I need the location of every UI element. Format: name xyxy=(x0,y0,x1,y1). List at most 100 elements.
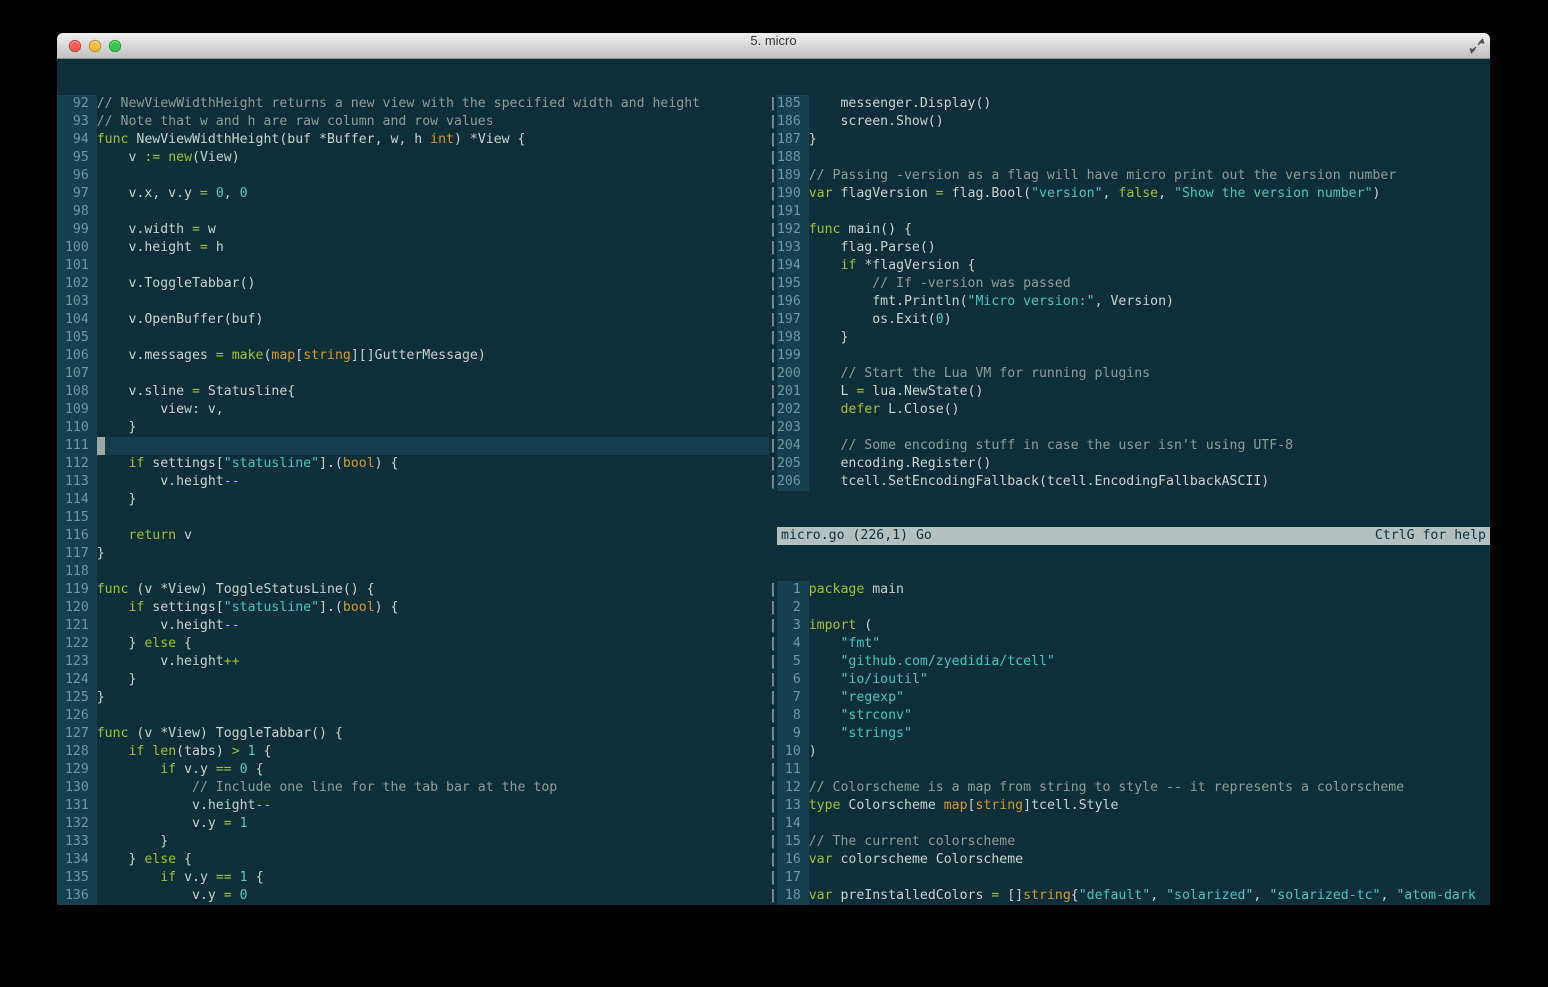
code-line[interactable]: 112 if settings["statusline"].(bool) { xyxy=(57,455,769,473)
code-line[interactable]: | 195 // If -version was passed xyxy=(769,275,1490,293)
code-line[interactable]: 94 func NewViewWidthHeight(buf *Buffer, … xyxy=(57,131,769,149)
code-line[interactable]: | 198 } xyxy=(769,329,1490,347)
code-line[interactable]: | 6 "io/ioutil" xyxy=(769,671,1490,689)
code-line[interactable]: 127 func (v *View) ToggleTabbar() { xyxy=(57,725,769,743)
code-line[interactable]: 95 v := new(View) xyxy=(57,149,769,167)
code-line[interactable]: 102 v.ToggleTabbar() xyxy=(57,275,769,293)
code-line[interactable]: | 192 func main() { xyxy=(769,221,1490,239)
titlebar[interactable]: 5. micro xyxy=(57,33,1490,59)
code-line[interactable]: 119 func (v *View) ToggleStatusLine() { xyxy=(57,581,769,599)
code-line[interactable]: | 15 // The current colorscheme xyxy=(769,833,1490,851)
code-line[interactable]: | 7 "regexp" xyxy=(769,689,1490,707)
code-line[interactable]: 135 if v.y == 1 { xyxy=(57,869,769,887)
code-line[interactable]: 134 } else { xyxy=(57,851,769,869)
code-line[interactable]: | 13 type Colorscheme map[string]tcell.S… xyxy=(769,797,1490,815)
code-line[interactable]: 113 v.height-- xyxy=(57,473,769,491)
code-line[interactable]: 120 if settings["statusline"].(bool) { xyxy=(57,599,769,617)
code-line[interactable]: 108 v.sline = Statusline{ xyxy=(57,383,769,401)
code-line[interactable]: | 14 xyxy=(769,815,1490,833)
code-line[interactable]: | 10 ) xyxy=(769,743,1490,761)
code-line[interactable]: | 17 xyxy=(769,869,1490,887)
code-line[interactable]: | 4 "fmt" xyxy=(769,635,1490,653)
code-line[interactable]: 97 v.x, v.y = 0, 0 xyxy=(57,185,769,203)
code-line[interactable]: | 199 xyxy=(769,347,1490,365)
code-line[interactable]: 133 } xyxy=(57,833,769,851)
code-line[interactable]: 117 } xyxy=(57,545,769,563)
pane-micro-go[interactable]: | 185 messenger.Display() | 186 screen.Show… xyxy=(769,95,1490,491)
code-line[interactable]: | 190 var flagVersion = flag.Bool("versio… xyxy=(769,185,1490,203)
code-text: if v.y == 0 { xyxy=(160,762,264,777)
code-line[interactable]: 121 v.height-- xyxy=(57,617,769,635)
code-line[interactable]: 126 xyxy=(57,707,769,725)
zoom-button[interactable] xyxy=(109,40,121,52)
code-line[interactable]: | 186 screen.Show() xyxy=(769,113,1490,131)
pane-colorscheme-go[interactable]: | 1 package main | 2 | 3 import (| 4 "fmt… xyxy=(769,581,1490,905)
code-line[interactable]: | 201 L = lua.NewState() xyxy=(769,383,1490,401)
code-line[interactable]: 124 } xyxy=(57,671,769,689)
code-line[interactable]: | 196 fmt.Println("Micro version:", Versi… xyxy=(769,293,1490,311)
code-line[interactable]: | 202 defer L.Close() xyxy=(769,401,1490,419)
code-line[interactable]: 103 xyxy=(57,293,769,311)
code-line[interactable]: | 203 xyxy=(769,419,1490,437)
code-line[interactable]: | 185 messenger.Display() xyxy=(769,95,1490,113)
code-text: "fmt" xyxy=(840,636,881,651)
code-line[interactable]: 114 } xyxy=(57,491,769,509)
code-line[interactable]: 109 view: v, xyxy=(57,401,769,419)
resize-icon[interactable] xyxy=(1469,38,1485,54)
code-line[interactable]: | 5 "github.com/zyedidia/tcell" xyxy=(769,653,1490,671)
code-line[interactable]: 92 // NewViewWidthHeight returns a new v… xyxy=(57,95,769,113)
code-line[interactable]: 132 v.y = 1 xyxy=(57,815,769,833)
code-line[interactable]: 99 v.width = w xyxy=(57,221,769,239)
code-line[interactable]: 111 xyxy=(57,437,769,455)
code-line[interactable]: | 18 var preInstalledColors = []string{"… xyxy=(769,887,1490,905)
code-line[interactable]: | 3 import ( xyxy=(769,617,1490,635)
code-line[interactable]: 104 v.OpenBuffer(buf) xyxy=(57,311,769,329)
code-line[interactable]: | 193 flag.Parse() xyxy=(769,239,1490,257)
line-number: 14 xyxy=(776,815,809,833)
pane-view-go[interactable]: 92 // NewViewWidthHeight returns a new v… xyxy=(57,95,769,905)
code-line[interactable]: | 12 // Colorscheme is a map from string… xyxy=(769,779,1490,797)
code-line[interactable]: | 188 xyxy=(769,149,1490,167)
code-line[interactable]: 118 xyxy=(57,563,769,581)
code-line[interactable]: 115 xyxy=(57,509,769,527)
code-line[interactable]: | 11 xyxy=(769,761,1490,779)
close-button[interactable] xyxy=(69,40,81,52)
pane-divider: | xyxy=(769,275,777,293)
code-line[interactable]: 100 v.height = h xyxy=(57,239,769,257)
code-line[interactable]: 136 v.y = 0 xyxy=(57,887,769,905)
code-line[interactable]: 96 xyxy=(57,167,769,185)
code-line[interactable]: 98 xyxy=(57,203,769,221)
code-line[interactable]: 116 return v xyxy=(57,527,769,545)
code-line[interactable]: 106 v.messages = make(map[string][]Gutte… xyxy=(57,347,769,365)
code-line[interactable]: | 2 xyxy=(769,599,1490,617)
code-line[interactable]: 93 // Note that w and h are raw column a… xyxy=(57,113,769,131)
code-line[interactable]: | 205 encoding.Register() xyxy=(769,455,1490,473)
code-line[interactable]: 110 } xyxy=(57,419,769,437)
code-line[interactable]: 131 v.height-- xyxy=(57,797,769,815)
code-line[interactable]: 107 xyxy=(57,365,769,383)
code-line[interactable]: | 200 // Start the Lua VM for running plu… xyxy=(769,365,1490,383)
code-line[interactable]: 129 if v.y == 0 { xyxy=(57,761,769,779)
code-line[interactable]: | 8 "strconv" xyxy=(769,707,1490,725)
code-line[interactable]: | 204 // Some encoding stuff in case the … xyxy=(769,437,1490,455)
code-line[interactable]: | 194 if *flagVersion { xyxy=(769,257,1490,275)
code-line[interactable]: 105 xyxy=(57,329,769,347)
code-line[interactable]: | 191 xyxy=(769,203,1490,221)
code-line[interactable]: 122 } else { xyxy=(57,635,769,653)
code-line[interactable]: | 197 os.Exit(0) xyxy=(769,311,1490,329)
code-line[interactable]: | 9 "strings" xyxy=(769,725,1490,743)
code-line[interactable]: | 187 } xyxy=(769,131,1490,149)
code-line[interactable]: | 206 tcell.SetEncodingFallback(tcell.Enc… xyxy=(769,473,1490,491)
code-line[interactable]: 130 // Include one line for the tab bar … xyxy=(57,779,769,797)
minimize-button[interactable] xyxy=(89,40,101,52)
code-text: } else { xyxy=(96,852,192,867)
code-line[interactable]: 128 if len(tabs) > 1 { xyxy=(57,743,769,761)
code-line[interactable]: | 189 // Passing -version as a flag will … xyxy=(769,167,1490,185)
code-line[interactable]: 101 xyxy=(57,257,769,275)
code-line[interactable]: | 16 var colorscheme Colorscheme xyxy=(769,851,1490,869)
line-number: 107 xyxy=(57,365,97,383)
code-text: os.Exit(0) xyxy=(808,312,952,327)
code-line[interactable]: 125 } xyxy=(57,689,769,707)
code-line[interactable]: 123 v.height++ xyxy=(57,653,769,671)
code-line[interactable]: | 1 package main xyxy=(769,581,1490,599)
